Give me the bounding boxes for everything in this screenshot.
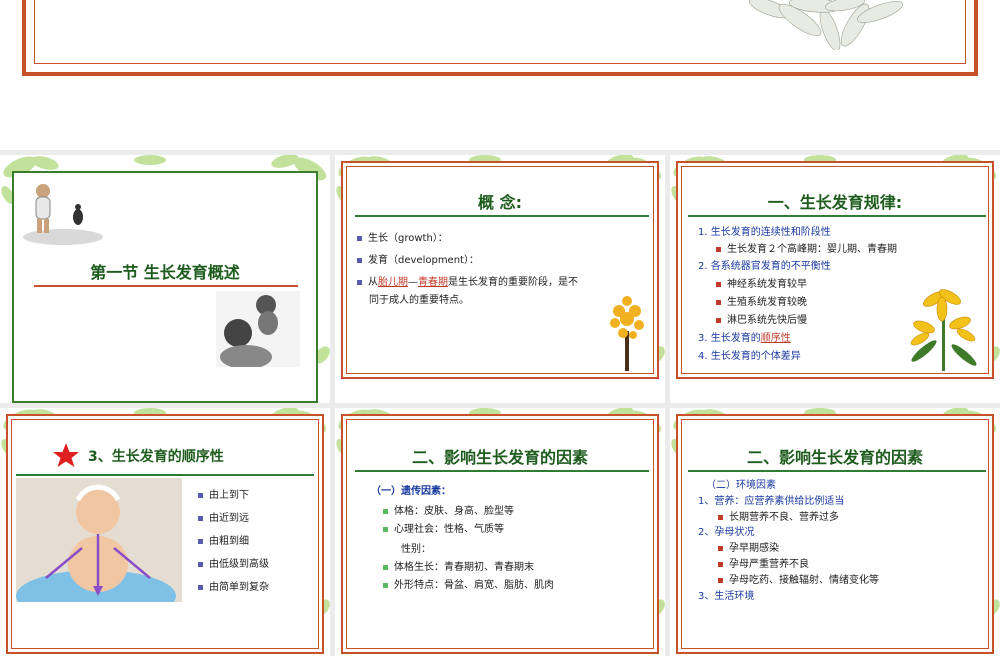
slide5-divider <box>355 470 649 472</box>
slide5-line-1: 体格：皮肤、身高、脸型等 <box>383 502 514 517</box>
slide3-item-3: 3. 生长发育的顺序性 <box>698 333 791 344</box>
slide5-line-3: 性别： <box>401 544 431 555</box>
toddler-walking-image <box>23 184 103 245</box>
slide-thumb-2[interactable]: 概 念: 生长（growth）： 发育（development）： 从胎儿期—青… <box>335 155 665 403</box>
slide5-line-5: 外形特点：骨盆、肩宽、脂肪、肌肉 <box>383 576 554 591</box>
slide2-frame: 概 念: 生长（growth）： 发育（development）： 从胎儿期—青… <box>341 161 659 379</box>
slide1-title: 第一节 生长发育概述 <box>90 263 240 282</box>
slide6-title: 二、影响生长发育的因素 <box>746 448 923 467</box>
slide4-item: 由粗到细 <box>198 532 269 547</box>
slide3-item-4: 4. 生长发育的个体差异 <box>698 351 801 362</box>
slide5-title: 二、影响生长发育的因素 <box>411 448 588 467</box>
slide3-item-2a: 神经系统发育较早 <box>716 275 807 290</box>
slide4-list: 由上到下 由近到远 由粗到细 由低级到高级 由简单到复杂 <box>198 486 269 601</box>
slide2-bullet-1: 生长（growth）： <box>357 229 448 244</box>
chrysanthemum-image <box>748 0 903 50</box>
slide2-title: 概 念: <box>478 193 522 212</box>
slide4-frame: 3、生长发育的顺序性 由上到下 由近到远 由粗到细 由低级到高级 由简单到复杂 <box>6 414 324 654</box>
slide4-divider <box>16 474 314 476</box>
slide5-line-2: 心理社会：性格、气质等 <box>383 520 504 535</box>
top-slide-preview[interactable] <box>0 0 1000 150</box>
baby-bath-photo <box>16 478 182 602</box>
slide-thumb-6[interactable]: 二、影响生长发育的因素 （二）环境因素 1、营养：应营养素供给比例适当 长期营养… <box>670 408 1000 656</box>
lily-flower-image <box>910 289 977 371</box>
slide-thumb-4[interactable]: 3、生长发育的顺序性 由上到下 由近到远 由粗到细 由低级到高级 由简单到复杂 <box>0 408 330 656</box>
slide3-divider <box>688 215 986 217</box>
slide6-divider <box>688 470 986 472</box>
slide3-item-1: 1. 生长发育的连续性和阶段性 <box>698 227 831 238</box>
red-star-icon <box>53 443 79 467</box>
slide4-item: 由简单到复杂 <box>198 578 269 593</box>
slide-thumb-5[interactable]: 二、影响生长发育的因素 （一）遗传因素： 体格：皮肤、身高、脸型等 心理社会：性… <box>335 408 665 656</box>
slide6-subtitle: （二）环境因素 <box>706 480 776 491</box>
slide4-item: 由低级到高级 <box>198 555 269 570</box>
slide3-item-1a: 生长发育２个高峰期：婴儿期、青春期 <box>716 240 897 255</box>
mother-baby-photo <box>216 291 300 367</box>
slide3-item-2b: 生殖系统发育较晚 <box>716 293 807 308</box>
autumn-tree-image <box>610 296 644 371</box>
slide3-item-2c: 淋巴系统先快后慢 <box>716 311 807 326</box>
slide6-item-2a: 孕早期感染 <box>718 539 779 554</box>
slide6-item-2c: 孕母吃药、接触辐射、情绪变化等 <box>718 571 879 586</box>
slide2-bullet-3: 从胎儿期—青春期是生长发育的重要阶段，是不 <box>357 273 578 288</box>
slide4-item: 由上到下 <box>198 486 269 501</box>
slide2-divider <box>355 215 649 217</box>
slide6-item-1: 1、营养：应营养素供给比例适当 <box>698 496 845 507</box>
slide6-item-2: 2、孕母状况 <box>698 527 755 538</box>
slide3-frame: 一、生长发育规律: 1. 生长发育的连续性和阶段性 生长发育２个高峰期：婴儿期、… <box>676 161 994 379</box>
slide3-title: 一、生长发育规律: <box>767 193 903 212</box>
slide6-item-2b: 孕母严重营养不良 <box>718 555 809 570</box>
slide6-frame: 二、影响生长发育的因素 （二）环境因素 1、营养：应营养素供给比例适当 长期营养… <box>676 414 994 654</box>
slide1-frame: 第一节 生长发育概述 <box>12 171 318 403</box>
slide4-item: 由近到远 <box>198 509 269 524</box>
slide5-frame: 二、影响生长发育的因素 （一）遗传因素： 体格：皮肤、身高、脸型等 心理社会：性… <box>341 414 659 654</box>
slide5-line-4: 体格生长：青春期初、青春期末 <box>383 558 534 573</box>
slide1-divider <box>34 285 298 287</box>
slide6-item-1a: 长期营养不良、营养过多 <box>718 508 839 523</box>
slide5-subtitle: （一）遗传因素： <box>371 486 451 497</box>
slide-thumb-1[interactable]: 第一节 生长发育概述 <box>0 155 330 403</box>
slide-thumb-3[interactable]: 一、生长发育规律: 1. 生长发育的连续性和阶段性 生长发育２个高峰期：婴儿期、… <box>670 155 1000 403</box>
slide3-item-2: 2. 各系统器官发育的不平衡性 <box>698 261 831 272</box>
slide2-bullet-2: 发育（development）： <box>357 251 479 266</box>
slide2-bullet-3-line2: 同于成人的重要特点。 <box>369 295 469 306</box>
slide4-title: 3、生长发育的顺序性 <box>88 449 224 465</box>
